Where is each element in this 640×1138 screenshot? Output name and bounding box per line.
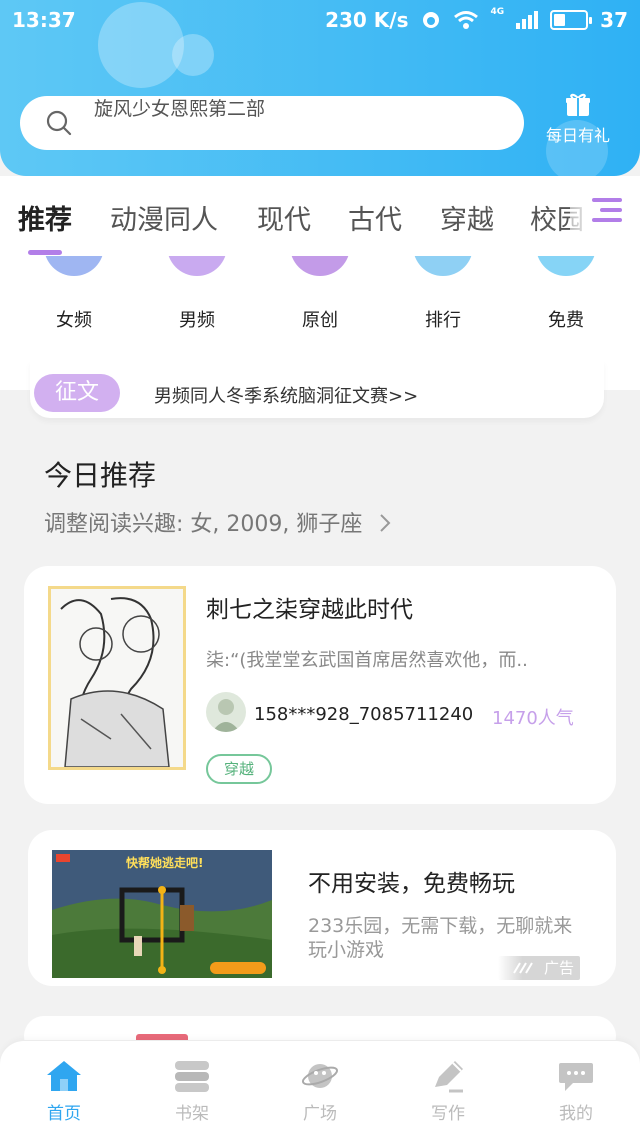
tab-ancient[interactable]: 古代 xyxy=(348,198,402,237)
nav-write[interactable]: 写作 xyxy=(398,1059,498,1124)
tab-time-travel[interactable]: 穿越 xyxy=(440,198,494,237)
menu-icon-line xyxy=(592,218,622,222)
category-label: 女频 xyxy=(56,310,92,331)
category-grid: 女频 男频 原创 排行 免费 xyxy=(0,256,640,360)
genre-tag[interactable]: 穿越 xyxy=(206,754,272,784)
network-speed: 230 K/s xyxy=(325,8,409,32)
nav-mine[interactable]: 我的 xyxy=(526,1059,626,1124)
category-label: 男频 xyxy=(179,310,215,331)
menu-icon xyxy=(592,198,622,202)
category-label: 免费 xyxy=(548,310,584,331)
ad-image-caption: 快帮她逃走吧! xyxy=(126,856,204,870)
planet-icon xyxy=(301,1064,339,1088)
tab-recommend[interactable]: 推荐 xyxy=(18,198,72,237)
avatar[interactable] xyxy=(206,692,246,732)
ad-image[interactable]: 快帮她逃走吧! xyxy=(52,850,272,978)
chat-icon xyxy=(559,1063,593,1091)
female-icon xyxy=(44,256,104,276)
book-cover-illustration xyxy=(51,589,183,767)
ad-label-text: 广告 xyxy=(543,959,574,977)
male-icon xyxy=(167,256,227,276)
tab-modern[interactable]: 现代 xyxy=(257,198,311,237)
nav-bookshelf[interactable]: 书架 xyxy=(142,1059,242,1124)
gift-icon xyxy=(566,93,590,116)
book-description: 柒:“(我堂堂玄武国首席居然喜欢他，而.. xyxy=(206,650,528,671)
category-label: 排行 xyxy=(425,310,461,331)
bookshelf-icon xyxy=(175,1061,209,1092)
ranking-icon xyxy=(413,256,473,276)
decor-bubble xyxy=(172,34,214,76)
signal-icon xyxy=(516,11,539,29)
contest-link[interactable]: 男频同人冬季系统脑洞征文赛>> xyxy=(154,382,418,408)
wifi-icon xyxy=(453,11,478,29)
tabs-menu-button[interactable] xyxy=(570,176,640,256)
battery-icon xyxy=(550,10,593,30)
nav-write-label: 写作 xyxy=(431,1104,465,1124)
reading-interest-link[interactable]: 调整阅读兴趣: 女, 2009, 狮子座 xyxy=(44,506,393,538)
search-icon xyxy=(46,110,72,136)
ad-title[interactable]: 不用安装，免费畅玩 xyxy=(308,864,515,898)
popularity-count: 1470人气 xyxy=(492,708,574,729)
home-icon xyxy=(47,1061,81,1091)
status-time: 13:37 xyxy=(12,8,76,32)
nav-home-label: 首页 xyxy=(47,1104,81,1124)
category-label: 原创 xyxy=(302,310,338,331)
header: 13:37 230 K/s 4G 37 旋风少女恩熙第二部 每日有礼 xyxy=(0,0,640,176)
book-cover[interactable] xyxy=(48,586,186,770)
reading-interest-text: 调整阅读兴趣: 女, 2009, 狮子座 xyxy=(44,512,363,537)
category-tabs: 推荐 动漫同人 现代 古代 穿越 校园 xyxy=(0,176,640,256)
ad-logo-icon xyxy=(513,962,533,974)
tab-anime[interactable]: 动漫同人 xyxy=(110,198,218,237)
book-title[interactable]: 刺七之柒穿越此时代 xyxy=(206,590,413,624)
ad-label: 广告 xyxy=(498,956,580,980)
pen-icon xyxy=(435,1061,463,1093)
battery-level: 37 xyxy=(600,8,628,32)
status-bar: 13:37 230 K/s 4G 37 xyxy=(0,0,640,40)
network-type: 4G xyxy=(490,7,505,17)
nav-plaza[interactable]: 广场 xyxy=(270,1059,370,1124)
nav-mine-label: 我的 xyxy=(559,1104,593,1124)
search-input[interactable]: 旋风少女恩熙第二部 xyxy=(20,96,524,150)
daily-gift-label: 每日有礼 xyxy=(545,126,610,145)
free-icon xyxy=(536,256,596,276)
nav-plaza-label: 广场 xyxy=(303,1104,337,1124)
tab-indicator xyxy=(28,250,62,255)
chevron-right-icon xyxy=(380,514,391,532)
contest-badge: 征文 xyxy=(34,374,120,412)
menu-icon-line xyxy=(600,208,622,212)
avatar-image xyxy=(212,699,240,732)
bottom-navigation: 首页 书架 广场 写作 我的 xyxy=(0,1040,640,1138)
search-hint: 旋风少女恩熙第二部 xyxy=(94,98,266,120)
original-icon xyxy=(290,256,350,276)
section-title: 今日推荐 xyxy=(44,459,157,492)
daily-gift-button[interactable]: 每日有礼 xyxy=(540,92,616,152)
alarm-icon xyxy=(422,12,439,28)
nav-bookshelf-label: 书架 xyxy=(175,1104,209,1124)
ad-description: 233乐园，无需下载，无聊就来玩小游戏 xyxy=(308,915,573,961)
author-name[interactable]: 158***928_7085711240 xyxy=(254,704,473,725)
nav-home[interactable]: 首页 xyxy=(14,1059,114,1124)
